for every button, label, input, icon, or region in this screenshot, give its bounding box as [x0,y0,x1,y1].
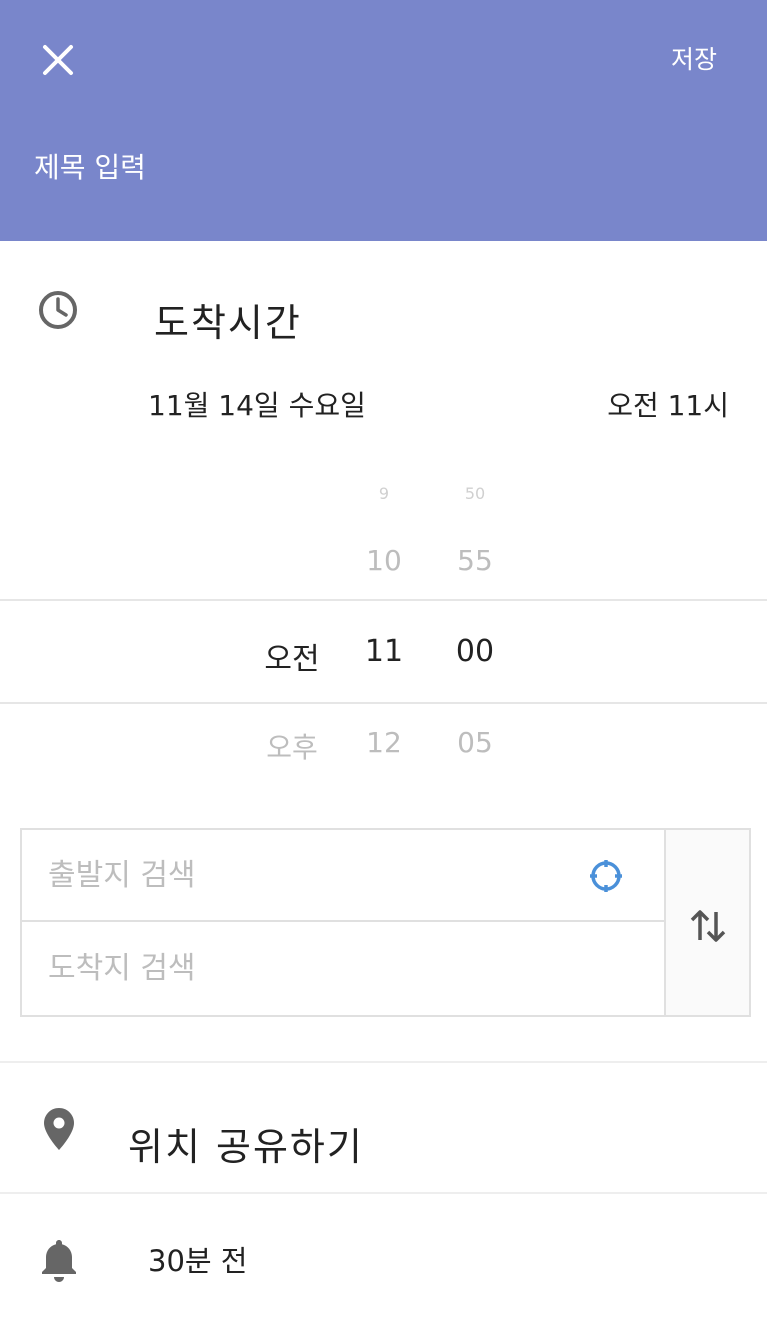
app-header: 저장 제목 입력 [0,0,767,241]
swap-vertical-icon [690,910,726,942]
location-share-row[interactable]: 위치 공유하기 [0,1100,767,1180]
section-divider [0,1061,767,1063]
swap-route-button[interactable] [666,828,751,1017]
picker-minute-selected[interactable]: 00 [456,634,494,669]
close-icon [43,45,73,75]
destination-search-input[interactable] [48,943,588,993]
picker-selection-line-bottom [0,702,767,704]
picker-hour-cell[interactable]: 10 [366,544,402,577]
picker-minute-cell[interactable]: 55 [457,544,493,577]
picker-ampm-selected[interactable]: 오전 [264,634,319,678]
title-input[interactable]: 제목 입력 [34,146,146,186]
time-picker[interactable]: 9 50 10 55 오전 11 00 오후 12 05 [0,460,767,780]
alarm-label: 30분 전 [148,1244,248,1278]
map-pin-icon [44,1108,74,1150]
current-location-button[interactable] [588,858,624,894]
time-value[interactable]: 오전 11시 [607,384,729,424]
origin-search-input[interactable] [48,850,588,900]
picker-selection-line-top [0,599,767,601]
close-button[interactable] [34,36,82,84]
save-button[interactable]: 저장 [671,40,717,76]
clock-icon [39,291,77,329]
picker-hour-cell[interactable]: 12 [366,726,402,759]
picker-ampm-cell[interactable]: 오후 [266,726,318,766]
section-divider [0,1192,767,1194]
picker-hour-cell[interactable]: 9 [379,484,389,503]
alarm-row[interactable]: 30분 전 [0,1230,767,1290]
location-share-label: 위치 공유하기 [128,1125,364,1169]
arrival-time-label: 도착시간 [154,301,302,345]
arrival-time-row: 도착시간 [0,268,767,348]
bell-icon [42,1240,76,1282]
route-fields [20,828,666,1017]
date-time-row: 11월 14일 수요일 오전 11시 [0,380,767,430]
date-value[interactable]: 11월 14일 수요일 [148,384,366,424]
picker-hour-selected[interactable]: 11 [365,634,403,669]
route-search-box [20,828,751,1017]
gps-target-icon [590,860,622,892]
picker-minute-cell[interactable]: 05 [457,726,493,759]
picker-minute-cell[interactable]: 50 [465,484,485,503]
destination-field [22,923,664,1015]
origin-field [22,830,664,922]
